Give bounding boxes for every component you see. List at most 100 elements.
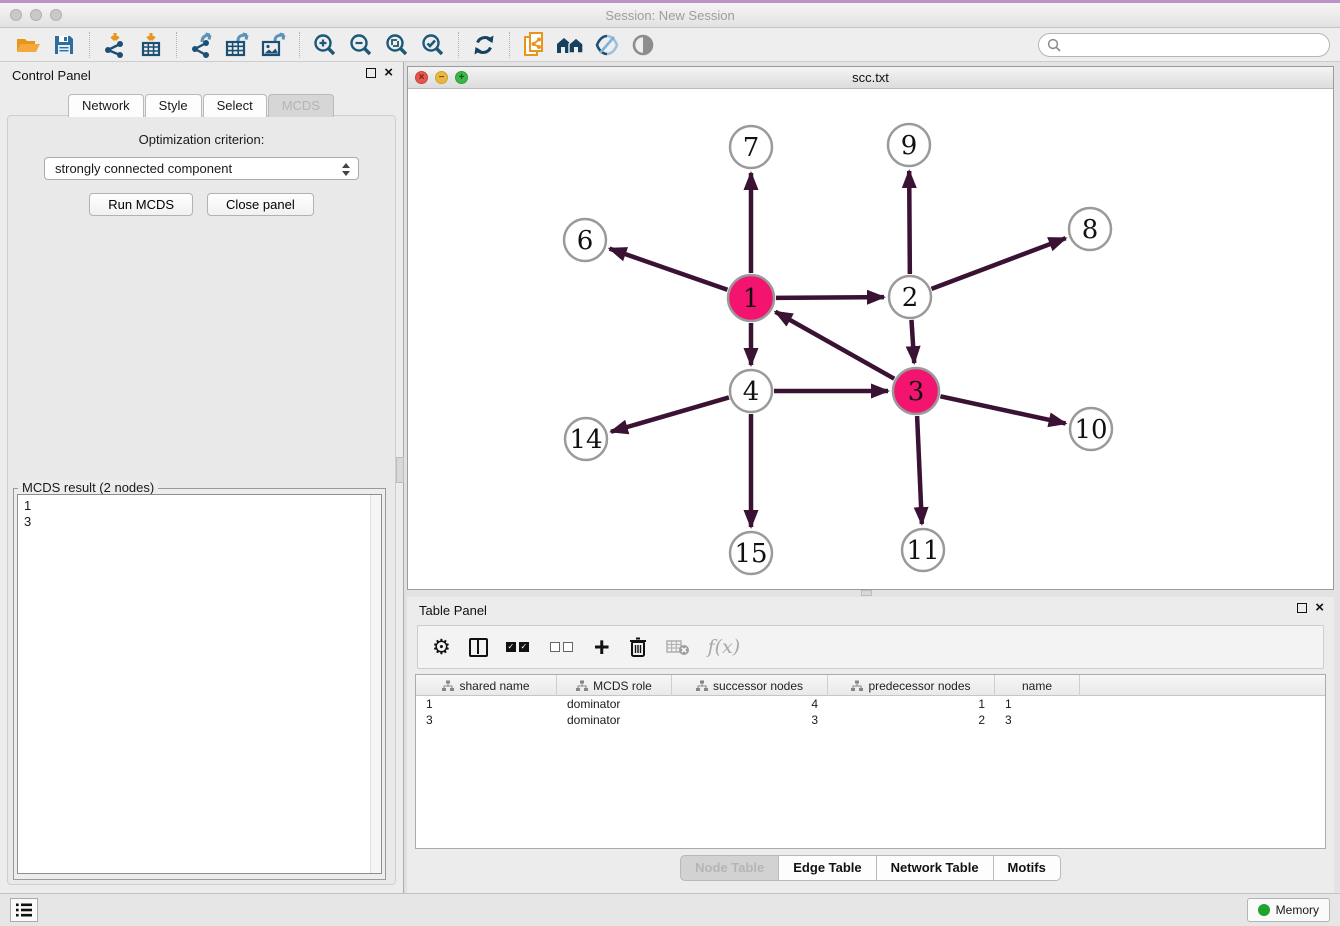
zoom-fit-button[interactable] <box>379 30 415 60</box>
column-header-shared-name[interactable]: shared name <box>416 675 557 696</box>
birds-eye-view-button[interactable] <box>625 30 661 60</box>
tab-edge-table[interactable]: Edge Table <box>779 855 876 881</box>
network-window-titlebar[interactable]: × − + scc.txt <box>408 67 1333 89</box>
memory-status-icon <box>1258 904 1270 916</box>
close-panel-icon[interactable]: × <box>384 68 393 78</box>
memory-label: Memory <box>1276 903 1319 917</box>
table-cell: dominator <box>557 712 672 728</box>
refresh-button[interactable] <box>466 30 502 60</box>
reset-layout-button[interactable] <box>553 30 589 60</box>
list-icon <box>15 902 33 918</box>
add-column-icon[interactable]: + <box>594 632 610 662</box>
network-graph: 7968124314101511 <box>408 89 1333 590</box>
show-all-columns-icon[interactable]: ✓✓ <box>506 632 532 662</box>
tab-motifs[interactable]: Motifs <box>994 855 1061 881</box>
clone-network-button[interactable] <box>517 30 553 60</box>
node-table[interactable]: shared name MCDS role successor nodesprede… <box>415 674 1326 849</box>
table-cell: 4 <box>672 696 828 712</box>
application-window: Session: New Session <box>0 0 1340 926</box>
table-cell: 3 <box>995 712 1080 728</box>
mcds-result-text[interactable]: 1 3 <box>17 494 382 874</box>
delete-table-icon[interactable] <box>666 632 690 662</box>
edge-2-9[interactable] <box>909 171 910 274</box>
save-session-button[interactable] <box>46 30 82 60</box>
run-mcds-button[interactable]: Run MCDS <box>89 193 193 216</box>
zoom-in-button[interactable] <box>307 30 343 60</box>
export-image-button[interactable] <box>256 30 292 60</box>
export-network-icon <box>189 32 215 58</box>
table-tabs: Node TableEdge TableNetwork TableMotifs <box>407 855 1334 881</box>
mcds-result-title: MCDS result (2 nodes) <box>18 480 158 495</box>
edge-3-11[interactable] <box>917 416 922 524</box>
mcds-result-groupbox: MCDS result (2 nodes) 1 3 <box>13 488 386 880</box>
optimization-criterion-label: Optimization criterion: <box>8 132 395 147</box>
edge-3-10[interactable] <box>940 396 1065 423</box>
node-label-14: 14 <box>569 425 602 455</box>
edge-1-2[interactable] <box>776 297 884 298</box>
open-session-button[interactable] <box>10 30 46 60</box>
tab-network-table[interactable]: Network Table <box>877 855 994 881</box>
edge-2-8[interactable] <box>932 238 1066 289</box>
tab-node-table[interactable]: Node Table <box>680 855 779 881</box>
export-table-button[interactable] <box>220 30 256 60</box>
close-table-panel-icon[interactable]: × <box>1315 603 1324 613</box>
hide-all-columns-icon[interactable] <box>550 632 576 662</box>
split-panel-icon[interactable] <box>469 632 488 662</box>
network-close-button[interactable]: × <box>415 71 428 84</box>
search-field[interactable] <box>1038 33 1330 57</box>
edge-3-1[interactable] <box>775 312 894 379</box>
birds-eye-icon <box>631 33 655 57</box>
function-builder-icon[interactable]: f(x) <box>708 632 741 662</box>
export-image-icon <box>260 32 288 58</box>
memory-button[interactable]: Memory <box>1247 898 1330 922</box>
table-splitter-grip[interactable] <box>861 590 872 596</box>
tab-select[interactable]: Select <box>203 94 267 117</box>
float-table-panel-icon[interactable] <box>1297 603 1307 613</box>
import-table-button[interactable] <box>133 30 169 60</box>
zoom-out-button[interactable] <box>343 30 379 60</box>
table-cell: 1 <box>416 696 557 712</box>
node-label-1: 1 <box>743 284 760 314</box>
import-network-button[interactable] <box>97 30 133 60</box>
search-input[interactable] <box>1066 38 1321 52</box>
task-history-button[interactable] <box>10 898 38 922</box>
window-titlebar[interactable]: Session: New Session <box>0 3 1340 28</box>
refresh-icon <box>472 33 496 57</box>
network-canvas[interactable]: 7968124314101511 <box>408 89 1333 589</box>
hierarchy-icon <box>696 680 708 692</box>
close-panel-button[interactable]: Close panel <box>207 193 314 216</box>
table-cell: 1 <box>828 696 995 712</box>
tab-mcds[interactable]: MCDS <box>268 94 334 117</box>
tab-network[interactable]: Network <box>68 94 144 117</box>
edge-1-6[interactable] <box>610 249 728 290</box>
control-panel-title: Control Panel <box>12 68 91 83</box>
column-header-name[interactable]: name <box>995 675 1080 696</box>
column-header-label: MCDS role <box>593 679 652 693</box>
network-minimize-button[interactable]: − <box>435 71 448 84</box>
edge-2-3[interactable] <box>911 320 914 363</box>
column-header-MCDS-role[interactable]: MCDS role <box>557 675 672 696</box>
table-row[interactable]: 3dominator323 <box>416 712 1325 728</box>
node-label-8: 8 <box>1082 215 1099 245</box>
panel-splitter-grip[interactable] <box>396 457 404 483</box>
result-scrollbar[interactable] <box>370 495 381 873</box>
save-icon <box>53 34 75 56</box>
zoom-selected-button[interactable] <box>415 30 451 60</box>
table-row[interactable]: 1dominator411 <box>416 696 1325 712</box>
column-header-successor-nodes[interactable]: successor nodes <box>672 675 828 696</box>
node-label-9: 9 <box>901 131 918 161</box>
column-settings-icon[interactable]: ⚙ <box>432 632 451 662</box>
criterion-select[interactable]: strongly connected component <box>44 157 359 180</box>
float-panel-icon[interactable] <box>366 68 376 78</box>
zoom-in-icon <box>312 32 338 58</box>
node-label-10: 10 <box>1074 415 1107 445</box>
network-zoom-button[interactable]: + <box>455 71 468 84</box>
export-network-button[interactable] <box>184 30 220 60</box>
edge-4-14[interactable] <box>611 397 729 431</box>
tab-style[interactable]: Style <box>145 94 202 117</box>
graphics-details-icon <box>594 32 620 58</box>
graphics-details-button[interactable] <box>589 30 625 60</box>
column-header-predecessor-nodes[interactable]: predecessor nodes <box>828 675 995 696</box>
table-header-row: shared name MCDS role successor nodesprede… <box>416 675 1325 696</box>
delete-column-icon[interactable] <box>628 632 648 662</box>
